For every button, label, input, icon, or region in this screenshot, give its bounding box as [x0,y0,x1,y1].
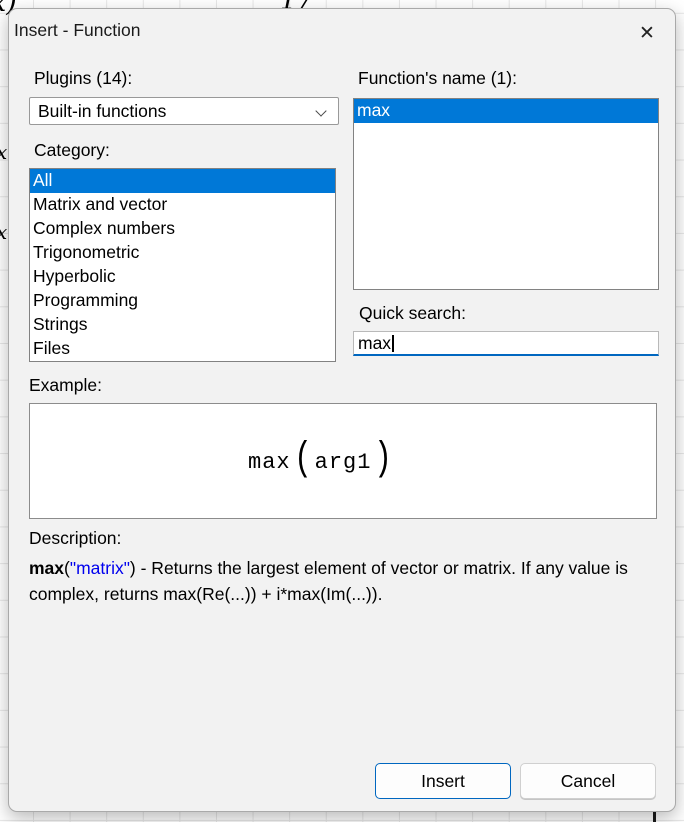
example-argument: arg1 [315,450,372,475]
category-item-trigonometric[interactable]: Trigonometric [30,241,335,265]
cancel-button[interactable]: Cancel [520,763,656,799]
description-text: max("matrix") - Returns the largest elem… [29,555,663,607]
description-function-name: max [29,558,64,578]
category-label: Category: [34,140,110,161]
category-listbox: All Matrix and vector Complex numbers Tr… [29,168,336,362]
category-item-programming[interactable]: Programming [30,289,335,313]
quick-search-value: max [358,333,391,354]
dialog-title: Insert - Function [14,20,140,41]
chevron-down-icon [315,105,326,116]
quick-search-label: Quick search: [359,303,466,324]
quick-search-input[interactable]: max [353,331,659,356]
worksheet-partial-expression: x [0,140,7,164]
category-item-matrix-and-vector[interactable]: Matrix and vector [30,193,335,217]
close-button[interactable]: ✕ [627,15,667,51]
category-item-files[interactable]: Files [30,337,335,361]
close-icon: ✕ [639,22,655,45]
open-paren: ( [294,437,312,482]
category-item-strings[interactable]: Strings [30,313,335,337]
category-item-complex-numbers[interactable]: Complex numbers [30,217,335,241]
function-listbox: max [353,98,659,290]
category-item-all[interactable]: All [30,169,335,193]
function-name-label: Function's name (1): [358,68,517,89]
worksheet-partial-expression: x [0,220,7,244]
example-label: Example: [29,375,102,396]
insert-button[interactable]: Insert [375,763,511,799]
plugins-label: Plugins (14): [34,68,132,89]
plugins-dropdown-value: Built-in functions [38,101,166,122]
close-paren: ) [374,437,392,482]
plugins-dropdown[interactable]: Built-in functions [29,97,339,125]
description-argument: "matrix" [70,558,130,578]
worksheet-mark [653,812,656,822]
text-caret [392,335,394,352]
insert-function-dialog: Insert - Function ✕ Plugins (14): Built-… [8,8,676,812]
example-preview: max ( arg1 ) [29,403,657,519]
function-item-max[interactable]: max [354,99,658,123]
description-label: Description: [29,528,121,549]
example-function-name: max [248,450,291,475]
category-item-hyperbolic[interactable]: Hyperbolic [30,265,335,289]
example-expression: max ( arg1 ) [248,404,395,520]
